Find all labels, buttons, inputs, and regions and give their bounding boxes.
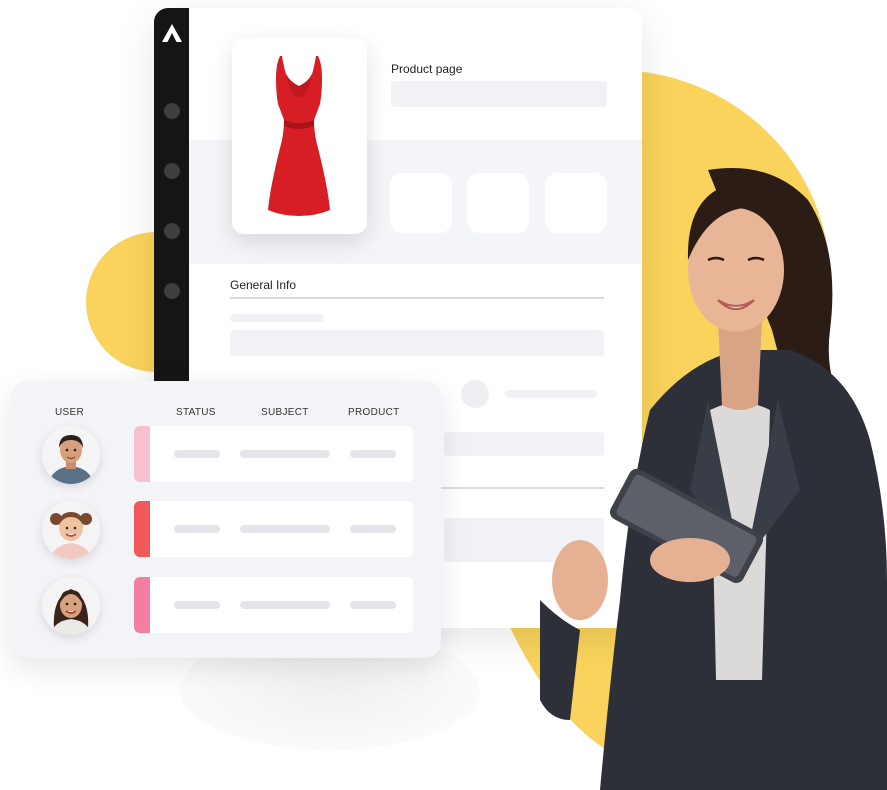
field-label-placeholder bbox=[230, 314, 324, 322]
product-image[interactable] bbox=[232, 38, 367, 234]
avatar[interactable] bbox=[42, 577, 100, 635]
table-row[interactable] bbox=[134, 426, 413, 482]
status-placeholder bbox=[174, 601, 220, 609]
status-indicator bbox=[134, 577, 150, 633]
status-placeholder bbox=[174, 450, 220, 458]
section-title: General Info bbox=[230, 278, 297, 292]
title-input[interactable] bbox=[391, 81, 607, 107]
woman-avatar-icon bbox=[42, 577, 100, 635]
subject-placeholder bbox=[240, 601, 330, 609]
user-table-card: USER STATUS SUBJECT PRODUCT bbox=[11, 381, 441, 658]
page-title: Product page bbox=[391, 62, 463, 76]
column-header-product: PRODUCT bbox=[348, 407, 400, 418]
product-placeholder bbox=[350, 601, 396, 609]
gallery-thumbnail[interactable] bbox=[467, 173, 529, 233]
status-indicator bbox=[134, 426, 150, 482]
sidebar-nav-dot[interactable] bbox=[164, 223, 180, 239]
option-radio[interactable] bbox=[461, 380, 489, 408]
sidebar-nav-dot[interactable] bbox=[164, 163, 180, 179]
column-header-status: STATUS bbox=[176, 407, 216, 418]
gallery-thumbnail[interactable] bbox=[390, 173, 452, 233]
status-placeholder bbox=[174, 525, 220, 533]
subject-placeholder bbox=[240, 450, 330, 458]
man-avatar-icon bbox=[42, 426, 100, 484]
app-logo-icon[interactable] bbox=[161, 23, 183, 43]
status-indicator bbox=[134, 501, 150, 557]
girl-avatar-icon bbox=[42, 501, 100, 559]
avatar[interactable] bbox=[42, 426, 100, 484]
red-dress-icon bbox=[268, 56, 330, 216]
table-row[interactable] bbox=[134, 577, 413, 633]
subject-placeholder bbox=[240, 525, 330, 533]
product-placeholder bbox=[350, 525, 396, 533]
sidebar-nav-dot[interactable] bbox=[164, 283, 180, 299]
product-placeholder bbox=[350, 450, 396, 458]
column-header-user: USER bbox=[55, 407, 84, 418]
column-header-subject: SUBJECT bbox=[261, 407, 309, 418]
avatar[interactable] bbox=[42, 501, 100, 559]
businesswoman-photo bbox=[540, 168, 887, 790]
table-row[interactable] bbox=[134, 501, 413, 557]
sidebar-nav-dot[interactable] bbox=[164, 103, 180, 119]
